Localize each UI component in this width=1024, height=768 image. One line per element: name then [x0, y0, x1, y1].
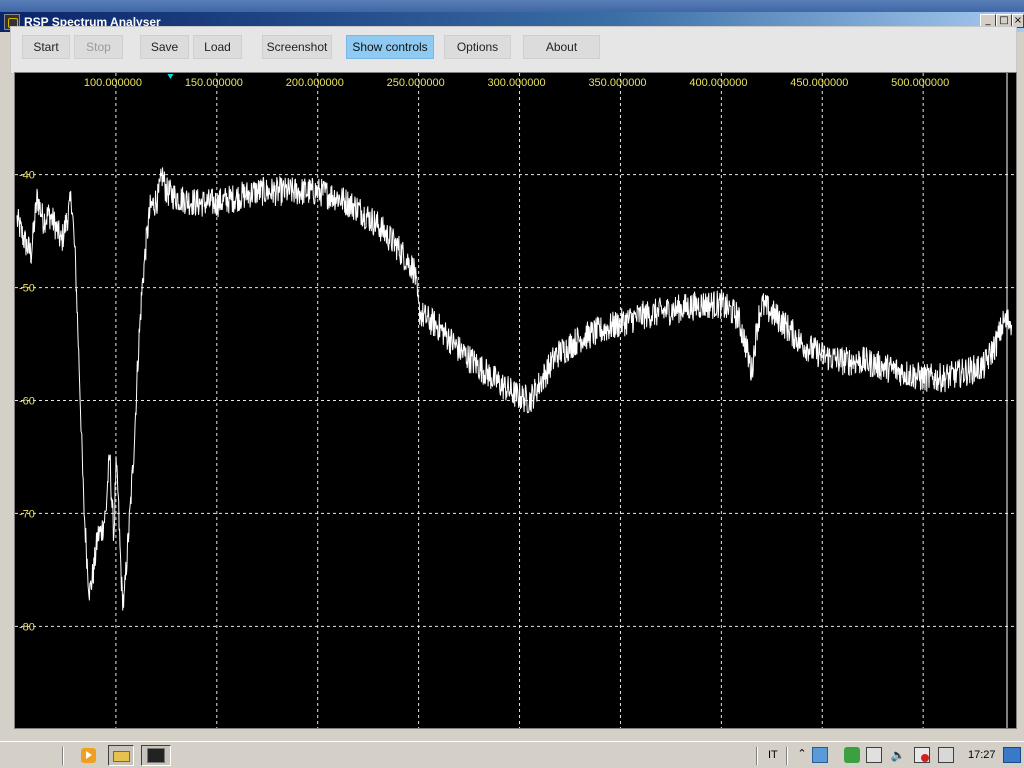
x-tick-label: 250.000000 [387, 77, 445, 89]
rsp-analyser-task-icon[interactable] [141, 745, 171, 766]
volume-tray-icon[interactable]: 🔈 [890, 747, 906, 763]
network-tray-icon[interactable] [812, 747, 828, 763]
language-indicator[interactable]: IT [768, 749, 778, 761]
tray-expand-icon[interactable]: ⌃ [794, 747, 810, 763]
stop-button[interactable]: Stop [74, 35, 123, 59]
alert-tray-icon[interactable] [914, 747, 930, 763]
y-tick-label: -50 [19, 283, 35, 295]
y-tick-label: -80 [19, 621, 35, 633]
y-tick-label: -70 [19, 508, 35, 520]
x-tick-label: 350.000000 [588, 77, 646, 89]
clock[interactable]: 17:27 [968, 749, 996, 761]
taskbar-separator [756, 747, 758, 765]
x-tick-label: 400.000000 [689, 77, 747, 89]
x-tick-label: 150.000000 [185, 77, 243, 89]
spectrum-plot[interactable]: 100.000000 150.000000 200.000000 250.000000… [15, 73, 1016, 728]
power-tray-icon[interactable] [938, 747, 954, 763]
desktop-background [0, 0, 1024, 12]
media-player-icon[interactable] [78, 745, 98, 766]
file-explorer-icon[interactable] [108, 745, 134, 766]
spectrum-trace [16, 167, 1013, 611]
y-tick-label: -60 [19, 396, 35, 408]
x-tick-label: 300.000000 [488, 77, 546, 89]
show-controls-button[interactable]: Show controls [346, 35, 434, 59]
options-button[interactable]: Options [444, 35, 511, 59]
usb-tray-icon[interactable] [866, 747, 882, 763]
start-button[interactable]: Start [22, 35, 70, 59]
load-button[interactable]: Load [193, 35, 242, 59]
show-desktop-icon[interactable] [1003, 747, 1021, 763]
x-tick-label: 500.000000 [891, 77, 949, 89]
taskbar-separator [62, 747, 64, 765]
taskbar-separator [786, 747, 788, 765]
save-button[interactable]: Save [140, 35, 189, 59]
about-button[interactable]: About [523, 35, 600, 59]
x-tick-label: 450.000000 [790, 77, 848, 89]
x-tick-label: 200.000000 [286, 77, 344, 89]
y-tick-label: -40 [19, 170, 35, 182]
frequency-marker [167, 74, 174, 79]
spectrum-display[interactable]: 100.000000 150.000000 200.000000 250.000000… [14, 72, 1017, 729]
screenshot-button[interactable]: Screenshot [262, 35, 332, 59]
taskbar: IT ⌃ 🔈 17:27 [0, 741, 1024, 768]
x-tick-label: 100.000000 [84, 77, 142, 89]
security-tray-icon[interactable] [844, 747, 860, 763]
